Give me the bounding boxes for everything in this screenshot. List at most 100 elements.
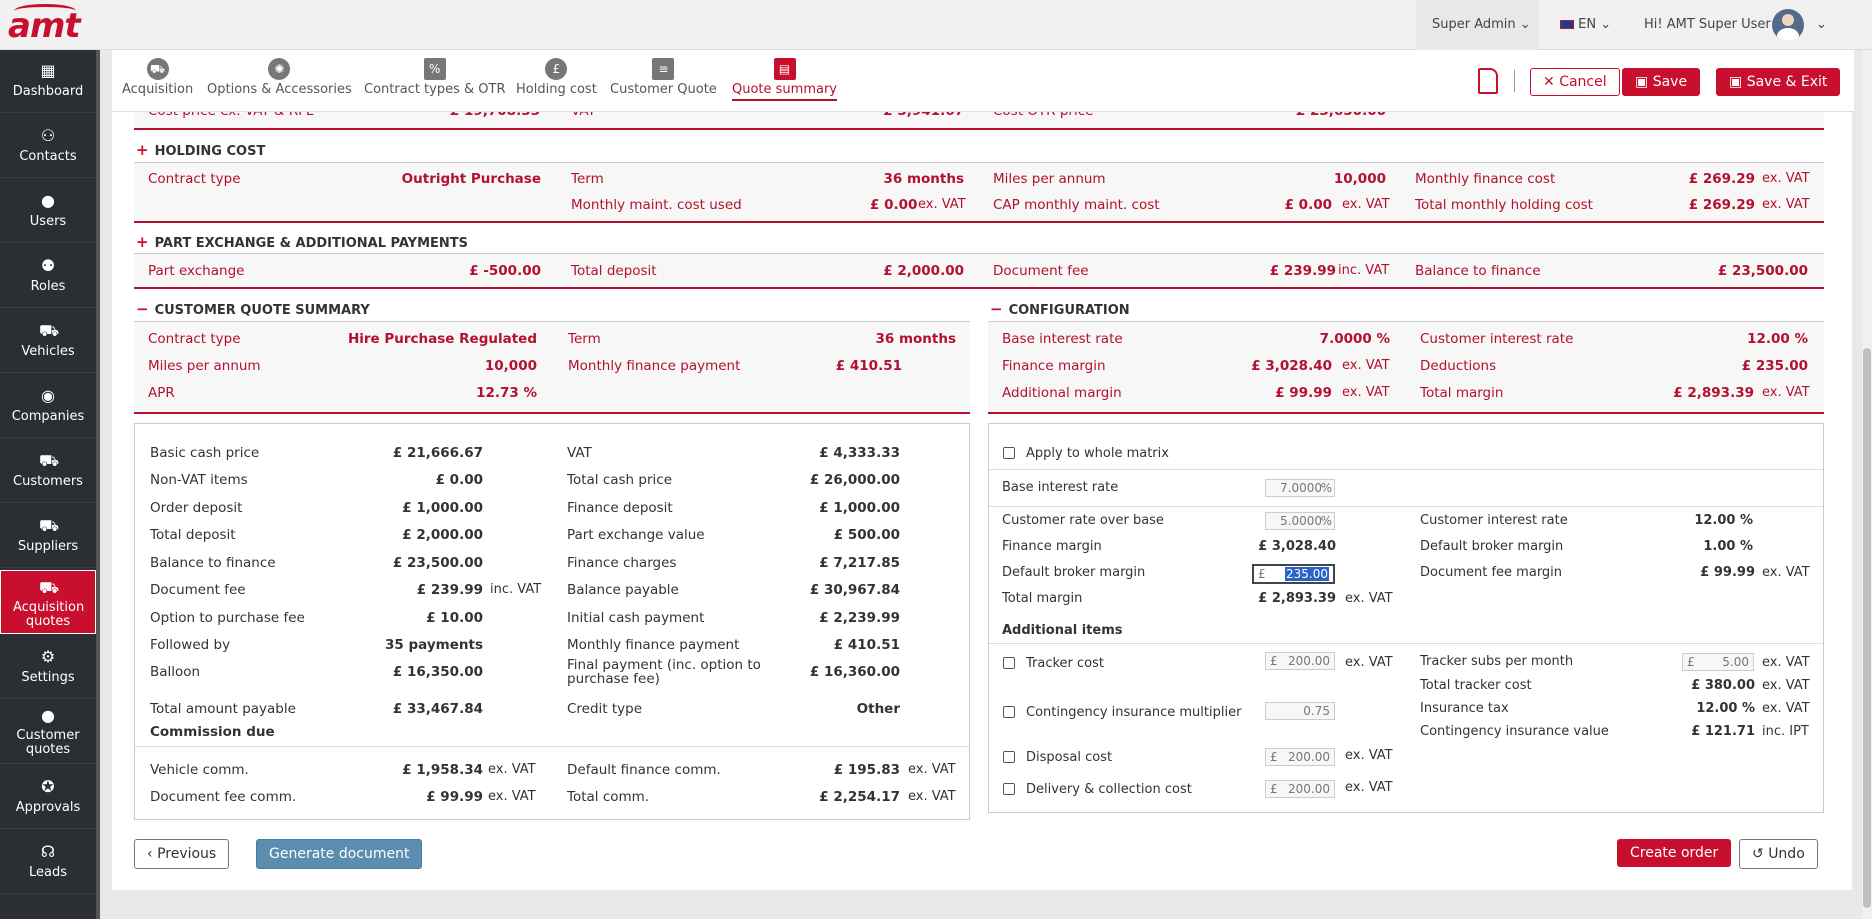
detail-label: Total deposit [150,527,236,543]
disposal-cost-input[interactable]: £200.00 [1265,748,1335,766]
undo-button[interactable]: ↺ Undo [1739,839,1818,869]
contingency-checkbox[interactable] [1003,706,1015,718]
customer-quote-summary-header[interactable]: − CUSTOMER QUOTE SUMMARY [136,300,370,318]
sidebar-item-approvals[interactable]: ✪ Approvals [0,766,96,829]
save-icon: ▣ [1729,74,1743,90]
sidebar-item-dashboard[interactable]: ▦ Dashboard [0,50,96,113]
delivery-cost-input[interactable]: £200.00 [1265,780,1335,798]
term-value: 36 months [875,331,956,347]
sidebar-scrollbar[interactable] [96,50,100,919]
contacts-icon: ⚇ [40,126,56,145]
sidebar-item-label: Customer quotes [16,728,80,757]
car-icon: ⛟ [39,321,60,340]
input-value: 5.0000 [1280,514,1322,528]
close-icon: ✕ [1543,74,1555,90]
disposal-checkbox[interactable] [1003,751,1015,763]
save-icon: ▣ [1635,74,1649,90]
sidebar-item-companies[interactable]: ◉ Companies [0,375,96,438]
customer-rate-over-base-input[interactable]: 5.0000% [1265,512,1335,530]
currency-prefix: £ [1270,750,1278,764]
detail-label: Part exchange value [567,527,705,543]
detail-label: Basic cash price [150,445,260,461]
contract-type-label: Contract type [148,171,241,187]
percent-suffix: % [1320,514,1332,528]
apply-matrix-checkbox[interactable] [1003,447,1015,459]
minus-icon: − [136,300,149,318]
app-logo[interactable]: amt [8,6,81,46]
chevron-down-icon[interactable]: ⌄ [1816,0,1827,50]
sidebar-item-contacts[interactable]: ⚇ Contacts [0,115,96,178]
detail-label: Total cash price [567,472,672,488]
insurance-tax-value: 12.00 % [1696,701,1755,716]
delivery-cost-label: Delivery & collection cost [1026,782,1192,797]
file-icon[interactable] [1478,68,1498,94]
generate-document-button[interactable]: Generate document [256,839,423,869]
section-title: PART EXCHANGE & ADDITIONAL PAYMENTS [154,236,469,251]
role-dropdown[interactable]: Super Admin ⌄ [1416,0,1538,50]
sidebar-item-suppliers[interactable]: ⛟ Suppliers [0,505,96,568]
default-broker-margin-input[interactable]: £235.00 [1252,564,1335,584]
tab-acquisition[interactable]: ⛟ Acquisition [122,58,193,97]
monthly-maint-label: Monthly maint. cost used [571,197,742,213]
cancel-button[interactable]: ✕ Cancel [1530,68,1620,96]
avatar[interactable] [1772,9,1804,41]
detail-value: £ 33,467.84 [392,701,483,717]
sidebar-item-leads[interactable]: ☊ Leads [0,831,96,894]
detail-label: Finance charges [567,555,677,571]
suppliers-icon: ⛟ [39,516,60,535]
create-order-button[interactable]: Create order [1617,839,1732,867]
tracker-subs-input[interactable]: £5.00 [1682,653,1754,671]
tab-options[interactable]: ✺ Options & Accessories [207,58,352,97]
currency-prefix: £ [1687,655,1695,669]
part-exchange-header[interactable]: + PART EXCHANGE & ADDITIONAL PAYMENTS [136,233,468,251]
total-tracker-cost-value: £ 380.00 [1691,678,1755,693]
sidebar-item-vehicles[interactable]: ⛟ Vehicles [0,310,96,373]
total-margin-value: £ 2,893.39 [1673,385,1754,401]
currency-prefix: £ [1270,782,1278,796]
deductions-value: £ 235.00 [1741,358,1808,374]
detail-value: £ 10.00 [426,610,483,626]
holding-cost-header[interactable]: + HOLDING COST [136,141,265,159]
uk-flag-icon [1560,20,1574,29]
car-icon: ⛟ [146,58,169,80]
detail-value: £ 7,217.85 [819,555,900,571]
tracker-checkbox[interactable] [1003,657,1015,669]
configuration-header[interactable]: − CONFIGURATION [990,300,1130,318]
unit-label: ex. VAT [908,789,956,804]
save-exit-label: Save & Exit [1746,74,1828,90]
tracker-cost-input[interactable]: £200.00 [1265,652,1335,670]
base-interest-rate-input[interactable]: 7.0000% [1265,479,1335,497]
unit-label: ex. VAT [1762,701,1810,716]
plus-icon: + [136,141,149,159]
undo-label: Undo [1768,846,1805,862]
sidebar-item-roles[interactable]: ⚉ Roles [0,245,96,308]
sidebar-item-acquisition-quotes[interactable]: ⛟ Acquisition quotes [0,570,96,634]
tab-customer-quote[interactable]: ≡ Customer Quote [610,58,717,97]
detail-label: Initial cash payment [567,610,705,626]
contingency-multiplier-input[interactable]: 0.75 [1265,702,1335,720]
disposal-cost-label: Disposal cost [1026,750,1113,765]
sidebar-item-users[interactable]: ● Users [0,180,96,243]
base-interest-rate-label: Base interest rate [1002,480,1119,495]
input-value: 200.00 [1288,654,1330,668]
term-label: Term [568,331,601,347]
options-icon: ✺ [268,58,291,80]
tab-contract-types[interactable]: % Contract types & OTR [364,58,505,97]
sidebar-item-settings[interactable]: ⚙ Settings [0,636,96,699]
delivery-checkbox[interactable] [1003,783,1015,795]
finance-margin-value: £ 3,028.40 [1251,358,1332,374]
language-dropdown[interactable]: EN ⌄ [1560,0,1611,50]
unit-label: ex. VAT [1342,358,1390,373]
unit-label: ex. VAT [488,762,536,777]
balance-to-finance-value: £ 23,500.00 [1717,263,1808,279]
previous-button[interactable]: ‹ Previous [134,839,230,869]
save-exit-button[interactable]: ▣ Save & Exit [1716,68,1841,96]
tab-holding-cost[interactable]: £ Holding cost [516,58,597,97]
tab-quote-summary[interactable]: ▤ Quote summary [732,58,837,101]
page-scrollbar-thumb[interactable] [1863,348,1871,908]
unit-label: ex. VAT [1762,565,1810,580]
sidebar-item-customer-quotes[interactable]: ● Customer quotes [0,701,96,764]
contract-type-label: Contract type [148,331,241,347]
sidebar-item-customers[interactable]: ⛟ Customers [0,440,96,503]
save-button[interactable]: ▣ Save [1622,68,1701,96]
